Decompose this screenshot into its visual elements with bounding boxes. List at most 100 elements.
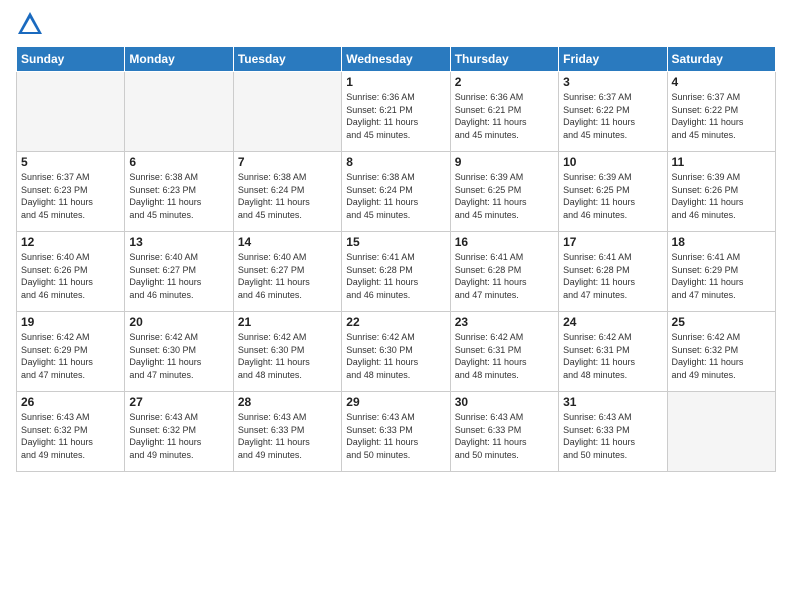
calendar-cell: 3 Sunrise: 6:37 AM Sunset: 6:22 PM Daylig… <box>559 72 667 152</box>
page: SundayMondayTuesdayWednesdayThursdayFrid… <box>0 0 792 612</box>
calendar-cell <box>233 72 341 152</box>
day-number: 13 <box>129 235 228 249</box>
day-info: Sunrise: 6:42 AM Sunset: 6:31 PM Dayligh… <box>563 331 662 381</box>
calendar-cell: 2 Sunrise: 6:36 AM Sunset: 6:21 PM Daylig… <box>450 72 558 152</box>
calendar-cell: 19Sunrise: 6:42 AM Sunset: 6:29 PM Dayli… <box>17 312 125 392</box>
day-info: Sunrise: 6:39 AM Sunset: 6:26 PM Dayligh… <box>672 171 771 221</box>
day-number: 6 <box>129 155 228 169</box>
weekday-monday: Monday <box>125 47 233 72</box>
calendar-cell <box>17 72 125 152</box>
calendar-cell: 7Sunrise: 6:38 AM Sunset: 6:24 PM Daylig… <box>233 152 341 232</box>
day-number: 31 <box>563 395 662 409</box>
day-number: 15 <box>346 235 445 249</box>
day-number: 26 <box>21 395 120 409</box>
calendar-cell: 22 Sunrise: 6:42 AM Sunset: 6:30 PM Dayli… <box>342 312 450 392</box>
day-info: Sunrise: 6:42 AM Sunset: 6:30 PM Dayligh… <box>238 331 337 381</box>
day-number: 3 <box>563 75 662 89</box>
calendar-cell: 10Sunrise: 6:39 AM Sunset: 6:25 PM Dayli… <box>559 152 667 232</box>
day-info: Sunrise: 6:39 AM Sunset: 6:25 PM Dayligh… <box>455 171 554 221</box>
day-number: 2 <box>455 75 554 89</box>
calendar-cell: 23Sunrise: 6:42 AM Sunset: 6:31 PM Dayli… <box>450 312 558 392</box>
day-info: Sunrise: 6:37 AM Sunset: 6:22 PM Dayligh… <box>672 91 771 141</box>
day-number: 9 <box>455 155 554 169</box>
day-number: 17 <box>563 235 662 249</box>
day-number: 25 <box>672 315 771 329</box>
day-number: 7 <box>238 155 337 169</box>
calendar-cell: 29 Sunrise: 6:43 AM Sunset: 6:33 PM Dayli… <box>342 392 450 472</box>
weekday-friday: Friday <box>559 47 667 72</box>
day-info: Sunrise: 6:41 AM Sunset: 6:28 PM Dayligh… <box>346 251 445 301</box>
header <box>16 10 776 38</box>
calendar-cell: 28 Sunrise: 6:43 AM Sunset: 6:33 PM Dayli… <box>233 392 341 472</box>
calendar-cell: 12 Sunrise: 6:40 AM Sunset: 6:26 PM Dayli… <box>17 232 125 312</box>
day-number: 22 <box>346 315 445 329</box>
calendar-cell: 21 Sunrise: 6:42 AM Sunset: 6:30 PM Dayli… <box>233 312 341 392</box>
calendar-cell: 26 Sunrise: 6:43 AM Sunset: 6:32 PM Dayli… <box>17 392 125 472</box>
calendar-cell: 24 Sunrise: 6:42 AM Sunset: 6:31 PM Dayli… <box>559 312 667 392</box>
calendar-cell: 16 Sunrise: 6:41 AM Sunset: 6:28 PM Dayli… <box>450 232 558 312</box>
day-info: Sunrise: 6:40 AM Sunset: 6:27 PM Dayligh… <box>129 251 228 301</box>
day-number: 11 <box>672 155 771 169</box>
weekday-sunday: Sunday <box>17 47 125 72</box>
calendar-cell: 25Sunrise: 6:42 AM Sunset: 6:32 PM Dayli… <box>667 312 775 392</box>
day-info: Sunrise: 6:37 AM Sunset: 6:23 PM Dayligh… <box>21 171 120 221</box>
weekday-wednesday: Wednesday <box>342 47 450 72</box>
week-row-1: 1 Sunrise: 6:36 AM Sunset: 6:21 PM Daylig… <box>17 72 776 152</box>
calendar-cell: 5 Sunrise: 6:37 AM Sunset: 6:23 PM Daylig… <box>17 152 125 232</box>
day-number: 14 <box>238 235 337 249</box>
day-number: 18 <box>672 235 771 249</box>
day-number: 20 <box>129 315 228 329</box>
day-number: 21 <box>238 315 337 329</box>
day-info: Sunrise: 6:37 AM Sunset: 6:22 PM Dayligh… <box>563 91 662 141</box>
calendar-cell: 9 Sunrise: 6:39 AM Sunset: 6:25 PM Daylig… <box>450 152 558 232</box>
day-number: 1 <box>346 75 445 89</box>
calendar-cell: 20 Sunrise: 6:42 AM Sunset: 6:30 PM Dayli… <box>125 312 233 392</box>
weekday-header-row: SundayMondayTuesdayWednesdayThursdayFrid… <box>17 47 776 72</box>
day-info: Sunrise: 6:38 AM Sunset: 6:24 PM Dayligh… <box>346 171 445 221</box>
day-number: 10 <box>563 155 662 169</box>
day-info: Sunrise: 6:40 AM Sunset: 6:27 PM Dayligh… <box>238 251 337 301</box>
day-number: 23 <box>455 315 554 329</box>
day-info: Sunrise: 6:43 AM Sunset: 6:32 PM Dayligh… <box>21 411 120 461</box>
day-info: Sunrise: 6:43 AM Sunset: 6:32 PM Dayligh… <box>129 411 228 461</box>
week-row-4: 19Sunrise: 6:42 AM Sunset: 6:29 PM Dayli… <box>17 312 776 392</box>
weekday-thursday: Thursday <box>450 47 558 72</box>
day-number: 12 <box>21 235 120 249</box>
day-number: 4 <box>672 75 771 89</box>
day-number: 24 <box>563 315 662 329</box>
logo-icon <box>16 10 44 38</box>
week-row-2: 5 Sunrise: 6:37 AM Sunset: 6:23 PM Daylig… <box>17 152 776 232</box>
calendar-cell: 1 Sunrise: 6:36 AM Sunset: 6:21 PM Daylig… <box>342 72 450 152</box>
day-number: 28 <box>238 395 337 409</box>
calendar-cell: 17 Sunrise: 6:41 AM Sunset: 6:28 PM Dayli… <box>559 232 667 312</box>
day-number: 16 <box>455 235 554 249</box>
day-info: Sunrise: 6:38 AM Sunset: 6:23 PM Dayligh… <box>129 171 228 221</box>
day-info: Sunrise: 6:41 AM Sunset: 6:28 PM Dayligh… <box>455 251 554 301</box>
calendar-cell: 13 Sunrise: 6:40 AM Sunset: 6:27 PM Dayli… <box>125 232 233 312</box>
day-info: Sunrise: 6:43 AM Sunset: 6:33 PM Dayligh… <box>346 411 445 461</box>
day-number: 29 <box>346 395 445 409</box>
day-info: Sunrise: 6:43 AM Sunset: 6:33 PM Dayligh… <box>238 411 337 461</box>
day-info: Sunrise: 6:42 AM Sunset: 6:30 PM Dayligh… <box>129 331 228 381</box>
weekday-saturday: Saturday <box>667 47 775 72</box>
calendar-cell: 27 Sunrise: 6:43 AM Sunset: 6:32 PM Dayli… <box>125 392 233 472</box>
day-number: 30 <box>455 395 554 409</box>
day-number: 8 <box>346 155 445 169</box>
day-info: Sunrise: 6:41 AM Sunset: 6:29 PM Dayligh… <box>672 251 771 301</box>
calendar-cell: 15 Sunrise: 6:41 AM Sunset: 6:28 PM Dayli… <box>342 232 450 312</box>
day-info: Sunrise: 6:42 AM Sunset: 6:30 PM Dayligh… <box>346 331 445 381</box>
day-info: Sunrise: 6:42 AM Sunset: 6:29 PM Dayligh… <box>21 331 120 381</box>
calendar-cell: 11 Sunrise: 6:39 AM Sunset: 6:26 PM Dayli… <box>667 152 775 232</box>
day-info: Sunrise: 6:40 AM Sunset: 6:26 PM Dayligh… <box>21 251 120 301</box>
calendar-cell: 14 Sunrise: 6:40 AM Sunset: 6:27 PM Dayli… <box>233 232 341 312</box>
day-info: Sunrise: 6:41 AM Sunset: 6:28 PM Dayligh… <box>563 251 662 301</box>
calendar-cell: 6 Sunrise: 6:38 AM Sunset: 6:23 PM Daylig… <box>125 152 233 232</box>
logo <box>16 10 48 38</box>
calendar-cell: 30Sunrise: 6:43 AM Sunset: 6:33 PM Dayli… <box>450 392 558 472</box>
day-number: 5 <box>21 155 120 169</box>
day-info: Sunrise: 6:36 AM Sunset: 6:21 PM Dayligh… <box>346 91 445 141</box>
calendar-cell: 31Sunrise: 6:43 AM Sunset: 6:33 PM Dayli… <box>559 392 667 472</box>
day-number: 27 <box>129 395 228 409</box>
day-info: Sunrise: 6:36 AM Sunset: 6:21 PM Dayligh… <box>455 91 554 141</box>
calendar-cell: 8 Sunrise: 6:38 AM Sunset: 6:24 PM Daylig… <box>342 152 450 232</box>
